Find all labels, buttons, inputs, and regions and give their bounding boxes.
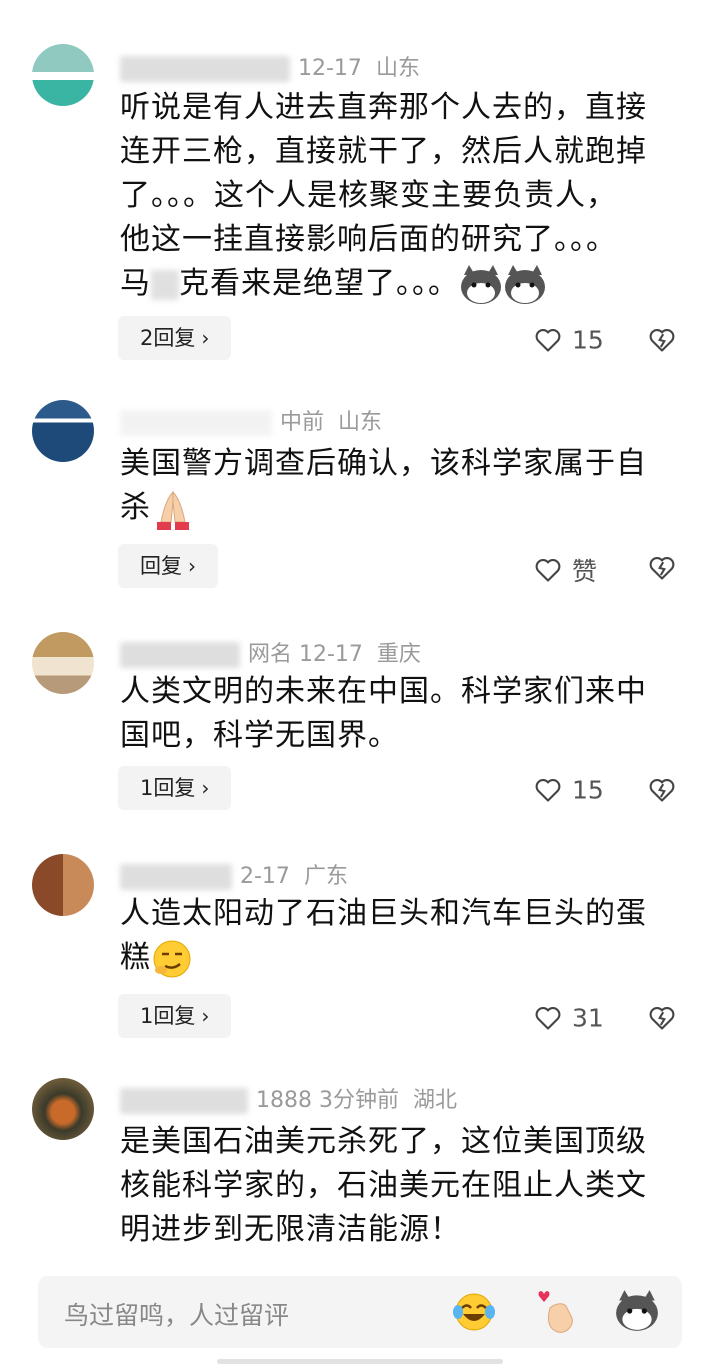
comment-time: 2-17 [240,864,290,889]
comment-text: 美国警方调查后确认，该科学家属于自 杀 [120,442,680,530]
text-line: 核能科学家的，石油美元在阻止人类文 [120,1168,647,1203]
husky-emoji[interactable] [614,1290,660,1332]
text-line: 杀 [120,486,680,530]
broken-heart-icon[interactable] [648,326,676,354]
chevron-right-icon: › [188,554,196,578]
comment-text: 是美国石油美元杀死了，这位美国顶级 核能科学家的，石油美元在阻止人类文 明进步到… [120,1120,680,1252]
username-blurred[interactable] [120,410,272,436]
text-line: 马克看来是绝望了。。。 [120,262,680,306]
comment-input-bar[interactable]: 鸟过留鸣，人过留评 [38,1276,682,1348]
username-blurred[interactable] [120,864,232,890]
comment-time: 中前 [280,410,325,435]
comment-text: 听说是有人进去直奔那个人去的，直接 连开三枪，直接就干了，然后人就跑掉 了。。。… [120,86,680,306]
username-blurred[interactable] [120,1088,248,1114]
chevron-right-icon: › [201,776,210,800]
reply-label: 2回复 [140,326,196,350]
like-count: 15 [572,775,604,805]
text-line: 人造太阳动了石油巨头和汽车巨头的蛋 [120,896,647,931]
broken-heart-icon[interactable] [648,776,676,804]
like-count: 赞 [572,557,598,586]
censor-blur [151,269,179,300]
username-blurred[interactable] [120,642,240,668]
reply-button[interactable]: 1回复 › [118,766,232,810]
reply-button[interactable]: 回复 › [118,544,218,588]
avatar[interactable] [32,1078,94,1140]
comment-region: 重庆 [376,642,421,667]
text-fragment: 马 [120,266,151,301]
text-line: 连开三枪，直接就干了，然后人就跑掉 [120,134,647,169]
broken-heart-icon[interactable] [648,554,676,582]
broken-heart-icon[interactable] [648,1004,676,1032]
comment-time: 1888 3分钟前 [256,1088,399,1113]
laugh-cry-emoji[interactable] [452,1290,496,1334]
chevron-right-icon: › [201,326,210,350]
heart-icon [535,1007,561,1030]
text-line: 听说是有人进去直奔那个人去的，直接 [120,90,647,125]
text-line: 他这一挂直接影响后面的研究了。。。 [120,222,617,257]
text-fragment: 糕 [120,940,151,975]
home-indicator[interactable] [217,1359,503,1364]
comment-region: 湖北 [412,1088,457,1113]
text-line: 糕 [120,936,680,980]
comment-time: 网名 12-17 [248,642,363,667]
husky-emoji [505,264,545,304]
avatar[interactable] [32,854,94,916]
comment-time: 12-17 [298,56,362,81]
comment-meta: 中前 山东 [120,404,382,436]
like-count: 15 [572,325,604,355]
reply-label: 1回复 [140,1004,196,1028]
avatar[interactable] [32,44,94,106]
like-button[interactable]: 31 [534,1002,604,1033]
comment-region: 山东 [338,410,383,435]
like-button[interactable]: 赞 [534,552,597,588]
like-button[interactable]: 15 [534,774,604,805]
text-fragment: 杀 [120,490,151,525]
text-line: 国吧，科学无国界。 [120,718,399,753]
text-line: 人类文明的未来在中国。科学家们来中 [120,674,647,709]
text-line: 了。。。这个人是核聚变主要负责人， [120,178,617,213]
comment-meta: 2-17 广东 [120,858,348,890]
chevron-right-icon: › [201,1004,210,1028]
comment-input-placeholder[interactable]: 鸟过留鸣，人过留评 [64,1296,289,1332]
username-blurred[interactable] [120,56,290,82]
heart-icon [535,329,561,352]
finger-heart-emoji[interactable] [536,1288,580,1336]
heart-icon [535,779,561,802]
comment-region: 广东 [303,864,348,889]
heart-icon [535,559,561,582]
comment-meta: 1888 3分钟前 湖北 [120,1082,457,1114]
text-line: 美国警方调查后确认，该科学家属于自 [120,446,647,481]
text-line: 明进步到无限清洁能源！ [120,1212,461,1247]
husky-emoji [461,264,501,304]
comment-text: 人造太阳动了石油巨头和汽车巨头的蛋 糕 [120,892,680,980]
pray-emoji [157,490,189,530]
like-button[interactable]: 15 [534,324,604,355]
smirk-emoji [153,940,191,977]
text-fragment: 克看来是绝望了。。。 [179,266,459,301]
avatar[interactable] [32,632,94,694]
comment-region: 山东 [375,56,420,81]
comment-text: 人类文明的未来在中国。科学家们来中 国吧，科学无国界。 [120,670,680,758]
reply-button[interactable]: 1回复 › [118,994,232,1038]
comment-meta: 网名 12-17 重庆 [120,636,421,668]
reply-button[interactable]: 2回复 › [118,316,232,360]
text-line: 是美国石油美元杀死了，这位美国顶级 [120,1124,647,1159]
avatar[interactable] [32,400,94,462]
comment-meta: 12-17 山东 [120,50,420,82]
like-count: 31 [572,1003,604,1033]
reply-label: 回复 [140,554,182,578]
reply-label: 1回复 [140,776,196,800]
